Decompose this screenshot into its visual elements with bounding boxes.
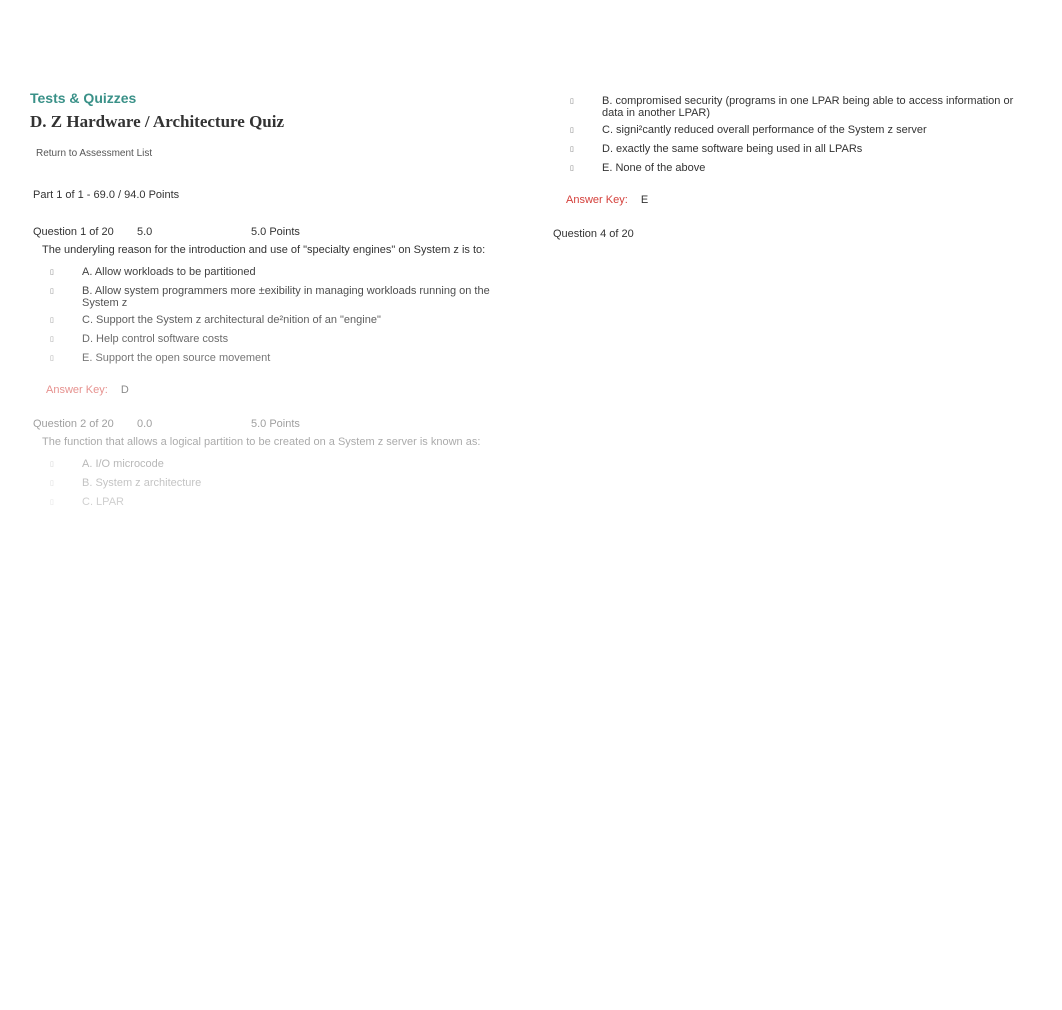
question-3-answer-key: Answer Key: E [566, 194, 1020, 206]
quiz-title: D. Z Hardware / Architecture Quiz [30, 112, 500, 132]
bullet-icon: ▯ [50, 496, 58, 510]
question-1-options: ▯A. Allow workloads to be partitioned ▯B… [50, 266, 500, 366]
page-heading: Tests & Quizzes [30, 90, 500, 106]
question-id: Question 1 of 20 [33, 226, 123, 238]
list-item: ▯D. exactly the same software being used… [570, 143, 1020, 157]
question-1-prompt: The underyling reason for the introducti… [42, 244, 500, 256]
question-2-options: ▯A. I/O microcode ▯B. System z architect… [50, 458, 500, 510]
question-id: Question 2 of 20 [33, 418, 123, 430]
question-score: 5.0 [137, 226, 237, 238]
list-item: ▯A. I/O microcode [50, 458, 500, 472]
list-item: ▯B. System z architecture [50, 477, 500, 491]
answer-key-value: E [641, 194, 648, 206]
question-1-header: Question 1 of 20 5.0 5.0 Points [33, 226, 500, 238]
bullet-icon: ▯ [50, 266, 58, 280]
list-item: ▯A. Allow workloads to be partitioned [50, 266, 500, 280]
question-4-header: Question 4 of 20 [553, 228, 1020, 240]
bullet-icon: ▯ [570, 143, 578, 157]
question-points: 5.0 Points [251, 418, 300, 430]
question-points: 5.0 Points [251, 226, 300, 238]
list-item: ▯E. None of the above [570, 162, 1020, 176]
bullet-icon: ▯ [50, 285, 58, 309]
bullet-icon: ▯ [50, 314, 58, 328]
return-link[interactable]: Return to Assessment List [36, 148, 152, 159]
part-summary: Part 1 of 1 - 69.0 / 94.0 Points [33, 189, 500, 201]
bullet-icon: ▯ [50, 352, 58, 366]
answer-key-label: Answer Key: [566, 194, 628, 206]
question-id: Question 4 of 20 [553, 228, 643, 240]
answer-key-value: D [121, 384, 129, 396]
bullet-icon: ▯ [570, 95, 578, 119]
list-item: ▯C. LPAR [50, 496, 500, 510]
question-2-prompt: The function that allows a logical parti… [42, 436, 500, 448]
bullet-icon: ▯ [50, 333, 58, 347]
list-item: ▯B. Allow system programmers more ±exibi… [50, 285, 500, 309]
list-item: ▯C. Support the System z architectural d… [50, 314, 500, 328]
list-item: ▯E. Support the open source movement [50, 352, 500, 366]
list-item: ▯D. Help control software costs [50, 333, 500, 347]
question-2-header: Question 2 of 20 0.0 5.0 Points [33, 418, 500, 430]
answer-key-label: Answer Key: [46, 384, 108, 396]
bullet-icon: ▯ [50, 477, 58, 491]
question-1-answer-key: Answer Key: D [46, 384, 500, 396]
bullet-icon: ▯ [570, 162, 578, 176]
list-item: ▯C. signi²cantly reduced overall perform… [570, 124, 1020, 138]
question-score: 0.0 [137, 418, 237, 430]
bullet-icon: ▯ [50, 458, 58, 472]
question-3-options-tail: ▯B. compromised security (programs in on… [570, 95, 1020, 176]
bullet-icon: ▯ [570, 124, 578, 138]
list-item: ▯B. compromised security (programs in on… [570, 95, 1020, 119]
